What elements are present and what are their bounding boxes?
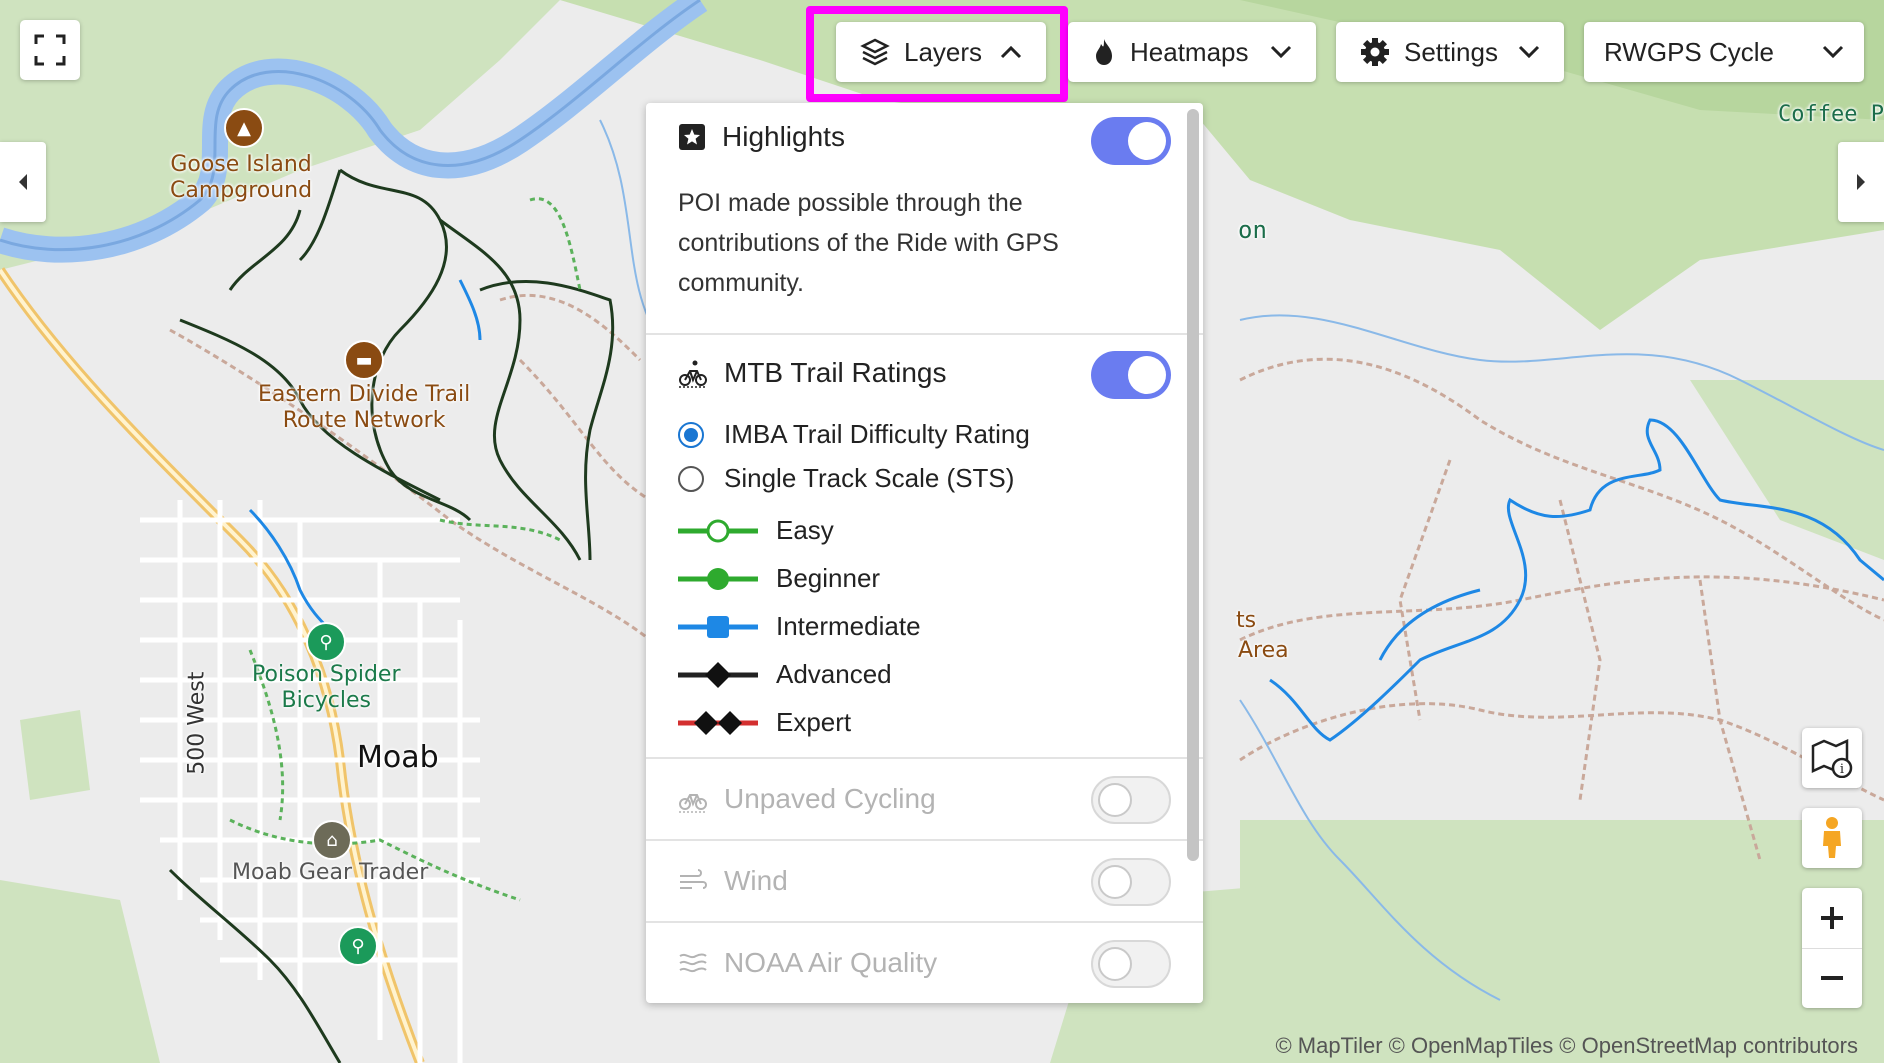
sts-radio-label: Single Track Scale (STS) [724, 463, 1015, 493]
map-info-button[interactable]: i [1802, 728, 1862, 788]
sts-radio-option[interactable]: Single Track Scale (STS) [678, 463, 1014, 494]
sts-radio-button[interactable] [678, 465, 704, 492]
legend-intermediate: Intermediate [676, 611, 921, 642]
map-label-coffee: Coffee P [1778, 102, 1884, 127]
intermediate-trail-symbol-icon [678, 615, 758, 638]
unpaved-row: Unpaved Cycling [678, 783, 936, 815]
air-quality-title: NOAA Air Quality [724, 947, 938, 978]
layers-icon [860, 38, 890, 66]
imba-radio-option[interactable]: IMBA Trail Difficulty Rating [678, 419, 1030, 450]
heatmaps-button-label: Heatmaps [1130, 36, 1249, 67]
wind-title: Wind [724, 865, 788, 896]
air-quality-section: NOAA Air Quality [646, 923, 1203, 1003]
map-attribution[interactable]: © MapTiler © OpenMapTiles © OpenStreetMa… [1275, 1033, 1858, 1059]
map-label-moab-gear-trader: Moab Gear Trader [232, 860, 429, 885]
chevron-left-icon [19, 174, 27, 190]
star-icon [679, 124, 705, 150]
layers-button[interactable]: Layers [836, 22, 1046, 82]
minus-icon [1821, 976, 1843, 981]
fullscreen-button[interactable] [20, 20, 80, 80]
legend-expert: Expert [676, 707, 851, 738]
basemap-select[interactable]: RWGPS Cycle [1584, 22, 1864, 82]
mtb-title: MTB Trail Ratings [724, 357, 947, 388]
legend-advanced-label: Advanced [776, 659, 892, 689]
bicycle-shop-icon[interactable]: ⚲ [306, 622, 346, 662]
bicycle-shop-icon-2[interactable]: ⚲ [338, 926, 378, 966]
heatmaps-button[interactable]: Heatmaps [1068, 22, 1316, 82]
highlights-section: Highlights POI made possible through the… [646, 103, 1203, 335]
mtb-toggle[interactable] [1091, 351, 1171, 399]
highlights-toggle[interactable] [1091, 117, 1171, 165]
fullscreen-icon [34, 34, 66, 66]
street-view-button[interactable] [1802, 808, 1862, 868]
unpaved-section: Unpaved Cycling [646, 759, 1203, 841]
zoom-out-button[interactable] [1802, 949, 1862, 1009]
advanced-trail-symbol-icon [678, 661, 758, 688]
right-panel-toggle[interactable] [1838, 142, 1884, 222]
easy-trail-symbol-icon [678, 519, 758, 542]
map-label-partial-area: Area [1238, 638, 1289, 663]
panel-scrollbar[interactable] [1187, 109, 1199, 861]
flame-icon [1096, 39, 1112, 65]
legend-advanced: Advanced [676, 659, 892, 690]
wind-row: Wind [678, 865, 788, 897]
chevron-up-icon [1000, 45, 1022, 59]
highlights-title: Highlights [722, 121, 845, 152]
air-quality-icon [679, 953, 707, 973]
map-label-goose-island: Goose Island Campground [170, 152, 313, 204]
expert-trail-symbol-icon [678, 710, 758, 735]
imba-radio-button[interactable] [678, 421, 704, 448]
map-label-partial-on: on [1238, 216, 1267, 244]
zoom-control [1802, 888, 1862, 1008]
air-quality-toggle[interactable] [1091, 940, 1171, 988]
unpaved-bike-icon [679, 794, 707, 813]
imba-radio-label: IMBA Trail Difficulty Rating [724, 419, 1030, 449]
chevron-down-icon [1270, 45, 1292, 59]
legend-beginner: Beginner [676, 563, 880, 594]
legend-beginner-label: Beginner [776, 563, 881, 593]
beginner-trail-symbol-icon [678, 567, 758, 590]
map-label-eastern-divide: Eastern Divide Trail Route Network [258, 382, 471, 434]
legend-easy: Easy [676, 515, 834, 546]
shopping-basket-icon[interactable]: ⌂ [312, 820, 352, 860]
map-label-500-west: 500 West [184, 671, 210, 775]
map-label-poison-spider: Poison Spider Bicycles [252, 662, 401, 714]
chevron-down-icon-3 [1822, 45, 1844, 59]
gear-icon [1361, 38, 1389, 66]
mountain-bike-icon [679, 360, 707, 388]
settings-button[interactable]: Settings [1336, 22, 1564, 82]
unpaved-toggle[interactable] [1091, 776, 1171, 824]
left-panel-toggle[interactable] [0, 142, 46, 222]
wind-toggle[interactable] [1091, 858, 1171, 906]
svg-text:i: i [1840, 762, 1844, 777]
chevron-right-icon [1857, 174, 1865, 190]
pegman-icon [1823, 817, 1841, 858]
wind-section: Wind [646, 841, 1203, 923]
air-quality-row: NOAA Air Quality [678, 947, 937, 979]
basemap-select-label: RWGPS Cycle [1604, 36, 1774, 67]
plus-icon [1821, 906, 1843, 929]
wind-icon [680, 869, 707, 889]
legend-easy-label: Easy [776, 515, 834, 545]
unpaved-title: Unpaved Cycling [724, 783, 936, 814]
map-label-moab: Moab [357, 740, 439, 775]
highlights-row: Highlights [678, 121, 845, 153]
layers-panel: Highlights POI made possible through the… [646, 103, 1203, 1003]
mtb-section: MTB Trail Ratings IMBA Trail Difficulty … [646, 335, 1203, 759]
mtb-row: MTB Trail Ratings [678, 357, 947, 389]
map-info-icon: i [1811, 739, 1853, 778]
layers-button-label: Layers [904, 36, 983, 67]
chevron-down-icon-2 [1518, 45, 1540, 59]
zoom-in-button[interactable] [1802, 888, 1862, 949]
settings-button-label: Settings [1404, 36, 1498, 67]
trailhead-sign-icon[interactable]: ▬ [344, 340, 384, 380]
legend-intermediate-label: Intermediate [776, 611, 921, 641]
map-label-partial-ts: ts [1236, 608, 1257, 633]
campground-icon[interactable]: ▲ [224, 108, 264, 148]
highlights-description: POI made possible through the contributi… [678, 189, 1059, 297]
legend-expert-label: Expert [776, 707, 852, 737]
